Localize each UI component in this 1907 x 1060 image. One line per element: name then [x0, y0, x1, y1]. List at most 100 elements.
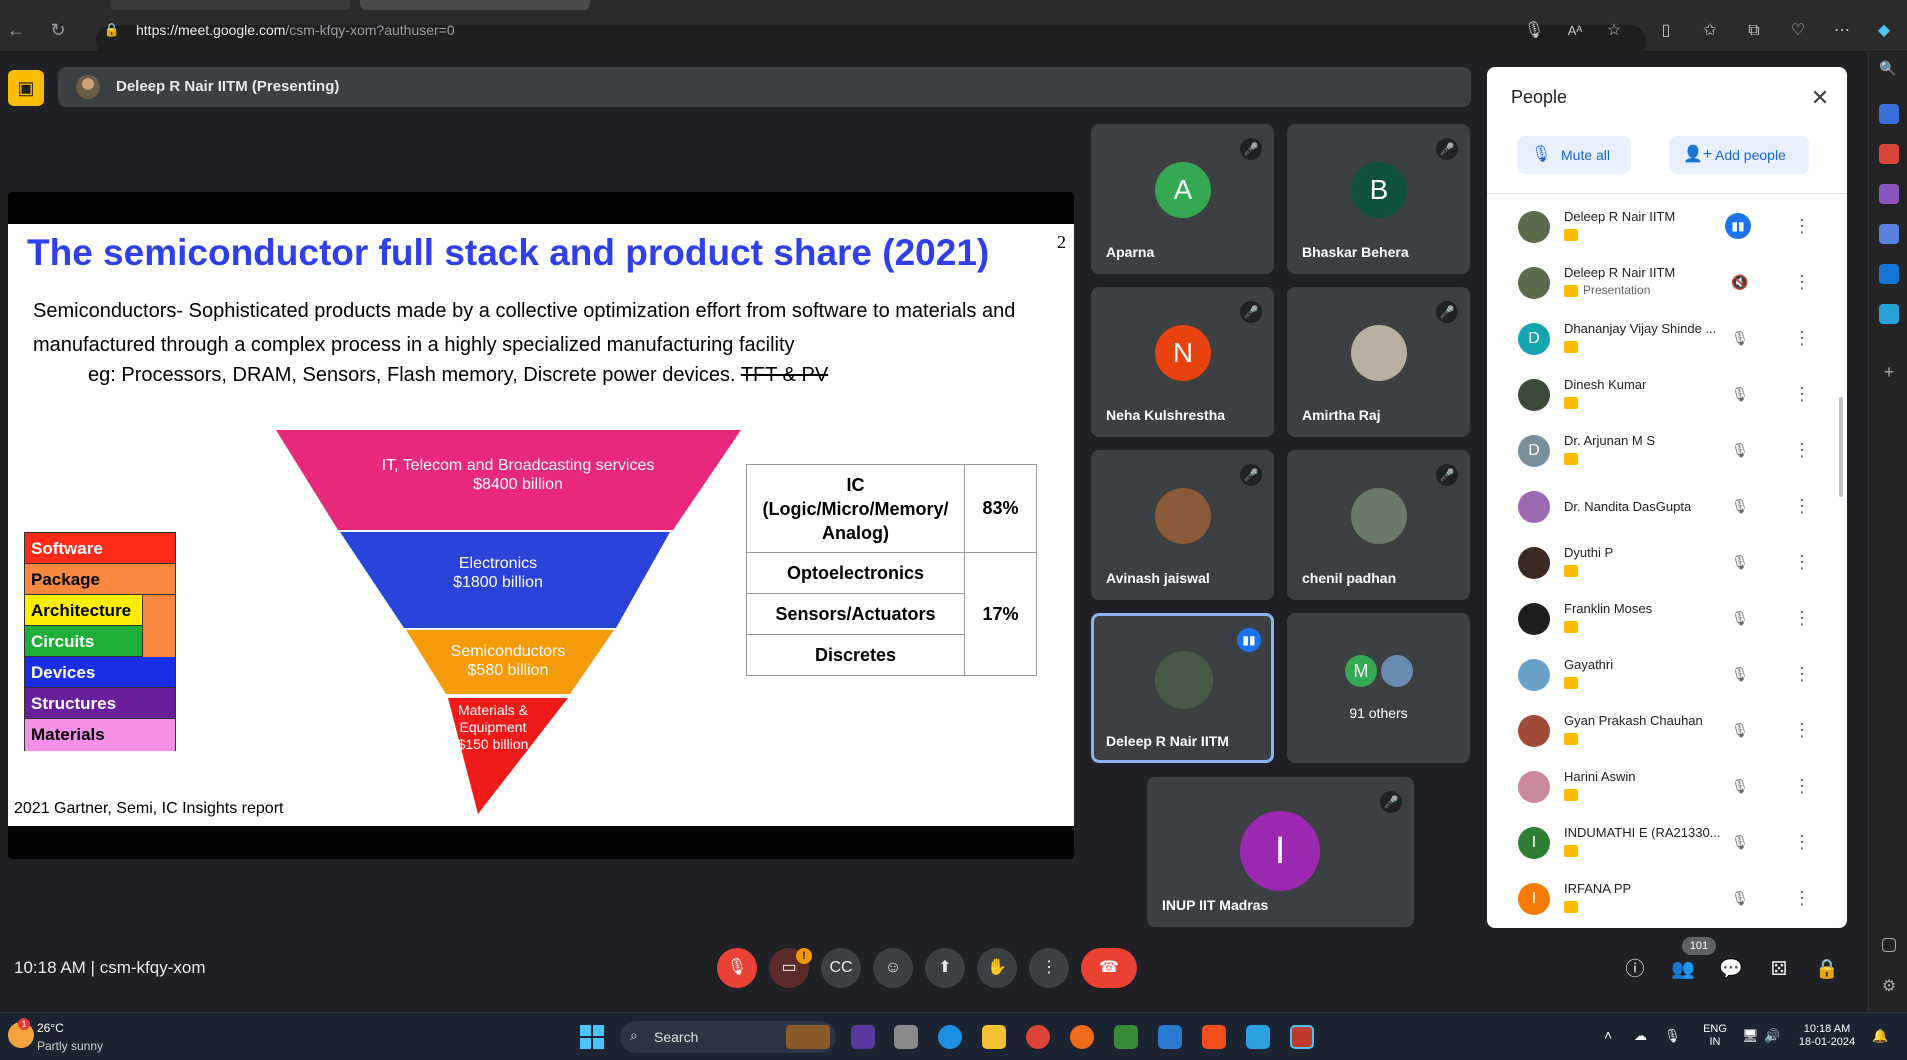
more-options-icon[interactable]: ⋮	[1791, 213, 1813, 239]
task-view-icon[interactable]	[894, 1025, 918, 1049]
participant-tile[interactable]: 🎤 chenil padhan	[1287, 450, 1470, 600]
microphone-icon[interactable]: 🎙	[1664, 1029, 1681, 1042]
list-item[interactable]: Gyan Prakash Chauhan 🎙 ⋮	[1487, 705, 1847, 761]
onedrive-icon[interactable]: ☁	[1634, 1029, 1647, 1042]
mute-all-button[interactable]: 🎙 Mute all	[1517, 136, 1631, 174]
system-clock[interactable]: 10:18 AM 18-01-2024	[1792, 1023, 1862, 1049]
collections-icon[interactable]: ⧉	[1742, 19, 1766, 43]
microphone-icon[interactable]: 🎙	[1522, 19, 1546, 43]
tag-icon[interactable]	[1879, 104, 1899, 124]
vscode-icon[interactable]	[1158, 1025, 1182, 1049]
settings-more-icon[interactable]: ⋯	[1830, 19, 1854, 43]
participant-tile-speaking[interactable]: ▮▮ Deleep R Nair IITM	[1091, 613, 1274, 763]
edge-browser-icon[interactable]	[938, 1025, 962, 1049]
reload-icon[interactable]: ↻	[46, 18, 70, 42]
list-item[interactable]: I IRFANA PP 🎙 ⋮	[1487, 873, 1847, 928]
more-options-icon[interactable]: ⋮	[1791, 381, 1813, 407]
people-icon[interactable]: 👥	[1668, 955, 1698, 985]
copilot-icon[interactable]: ◆	[1872, 19, 1896, 43]
host-controls-icon[interactable]: 🔒	[1812, 955, 1842, 985]
sidebar-toggle-icon[interactable]	[1882, 938, 1896, 952]
list-item[interactable]: Deleep R Nair IITM ▮▮ ⋮	[1487, 201, 1847, 257]
favorite-star-icon[interactable]: ☆	[1602, 19, 1626, 43]
browser-tab-active[interactable]	[360, 0, 590, 10]
favorites-icon[interactable]: ✩	[1698, 19, 1722, 43]
meeting-info-icon[interactable]: ⓘ	[1620, 955, 1650, 985]
notifications-icon[interactable]: 🔔	[1872, 1029, 1888, 1042]
extensions-icon[interactable]: ♡	[1786, 19, 1810, 43]
games-icon[interactable]	[1879, 184, 1899, 204]
participant-tile[interactable]: 🎤 Amirtha Raj	[1287, 287, 1470, 437]
lock-icon[interactable]: 🔒	[100, 18, 124, 42]
chrome-browser-icon[interactable]	[1026, 1025, 1050, 1049]
more-options-icon[interactable]: ⋮	[1791, 773, 1813, 799]
chat-icon[interactable]: 💬	[1716, 955, 1746, 985]
mic-off-icon[interactable]: 🎙	[1727, 661, 1753, 687]
activities-icon[interactable]: ⚄	[1764, 955, 1794, 985]
list-item[interactable]: Dyuthi P 🎙 ⋮	[1487, 537, 1847, 593]
outlook-icon[interactable]	[1879, 264, 1899, 284]
more-options-icon[interactable]: ⋮	[1791, 493, 1813, 519]
gear-icon[interactable]: ⚙	[1879, 976, 1899, 996]
search-icon[interactable]: 🔍	[1879, 60, 1899, 80]
list-item[interactable]: Deleep R Nair IITM Presentation 🔇 ⋮	[1487, 257, 1847, 313]
more-options-icon[interactable]: ⋮	[1791, 549, 1813, 575]
url-text[interactable]: https://meet.google.com/csm-kfqy-xom?aut…	[136, 22, 455, 38]
network-icon[interactable]: 🖥	[1742, 1029, 1759, 1042]
taskbar-search[interactable]: ⌕ Search	[620, 1021, 836, 1053]
more-options-icon[interactable]: ⋮	[1791, 885, 1813, 911]
brave-browser-icon[interactable]	[1202, 1025, 1226, 1049]
mic-off-button[interactable]: 🎙	[717, 948, 757, 988]
split-screen-icon[interactable]: ▯	[1654, 19, 1678, 43]
present-screen-button[interactable]: ⬆	[925, 948, 965, 988]
send-icon[interactable]	[1879, 304, 1899, 324]
file-explorer-icon[interactable]	[982, 1025, 1006, 1049]
captions-button[interactable]: CC	[821, 948, 861, 988]
app-icon[interactable]	[851, 1025, 875, 1049]
list-item[interactable]: I INDUMATHI E (RA21330... 🎙 ⋮	[1487, 817, 1847, 873]
more-options-icon[interactable]: ⋮	[1791, 605, 1813, 631]
notepad-icon[interactable]	[1246, 1025, 1270, 1049]
firefox-browser-icon[interactable]	[1070, 1025, 1094, 1049]
more-options-icon[interactable]: ⋮	[1791, 269, 1813, 295]
office-icon[interactable]	[1879, 224, 1899, 244]
windows-start-icon[interactable]	[580, 1025, 604, 1049]
add-people-button[interactable]: 👤+ Add people	[1669, 136, 1809, 174]
back-arrow-icon[interactable]: ←	[4, 18, 28, 42]
list-item[interactable]: Franklin Moses 🎙 ⋮	[1487, 593, 1847, 649]
presenting-bar[interactable]: Deleep R Nair IITM (Presenting)	[58, 67, 1471, 107]
raise-hand-button[interactable]: ✋	[977, 948, 1017, 988]
volume-icon[interactable]: 🔊	[1764, 1029, 1780, 1042]
mic-off-icon[interactable]: 🎙	[1727, 493, 1753, 519]
more-options-icon[interactable]: ⋮	[1791, 829, 1813, 855]
add-icon[interactable]: +	[1879, 362, 1899, 382]
more-options-icon[interactable]: ⋮	[1791, 437, 1813, 463]
participant-tile[interactable]: 🎤 I INUP IIT Madras	[1147, 777, 1414, 927]
browser-tab[interactable]	[110, 0, 350, 10]
language-indicator[interactable]: ENG IN	[1700, 1023, 1730, 1049]
list-item[interactable]: D Dhananjay Vijay Shinde ... 🎙 ⋮	[1487, 313, 1847, 369]
app-icon[interactable]	[1114, 1025, 1138, 1049]
more-options-icon[interactable]: ⋮	[1791, 717, 1813, 743]
audio-off-icon[interactable]: 🔇	[1727, 269, 1753, 295]
more-options-icon[interactable]: ⋮	[1791, 325, 1813, 351]
read-aloud-icon[interactable]: Aᴬ	[1563, 19, 1587, 43]
mic-off-icon[interactable]: 🎙	[1727, 325, 1753, 351]
mic-off-icon[interactable]: 🎙	[1727, 605, 1753, 631]
more-options-icon[interactable]: ⋮	[1791, 661, 1813, 687]
participant-tile[interactable]: 🎤 N Neha Kulshrestha	[1091, 287, 1274, 437]
participant-tile[interactable]: 🎤 B Bhaskar Behera	[1287, 124, 1470, 274]
presentation-icon[interactable]: ▣	[8, 70, 44, 106]
mic-off-icon[interactable]: 🎙	[1727, 437, 1753, 463]
mic-off-icon[interactable]: 🎙	[1727, 717, 1753, 743]
mic-off-icon[interactable]: 🎙	[1727, 773, 1753, 799]
leave-call-button[interactable]: ☎	[1081, 948, 1137, 988]
participant-tile[interactable]: 🎤 A Aparna	[1091, 124, 1274, 274]
mic-off-icon[interactable]: 🎙	[1727, 829, 1753, 855]
list-item[interactable]: Harini Aswin 🎙 ⋮	[1487, 761, 1847, 817]
list-item[interactable]: Dinesh Kumar 🎙 ⋮	[1487, 369, 1847, 425]
list-item[interactable]: D Dr. Arjunan M S 🎙 ⋮	[1487, 425, 1847, 481]
more-options-button[interactable]: ⋮	[1029, 948, 1069, 988]
emoji-button[interactable]: ☺	[873, 948, 913, 988]
mic-off-icon[interactable]: 🎙	[1727, 885, 1753, 911]
